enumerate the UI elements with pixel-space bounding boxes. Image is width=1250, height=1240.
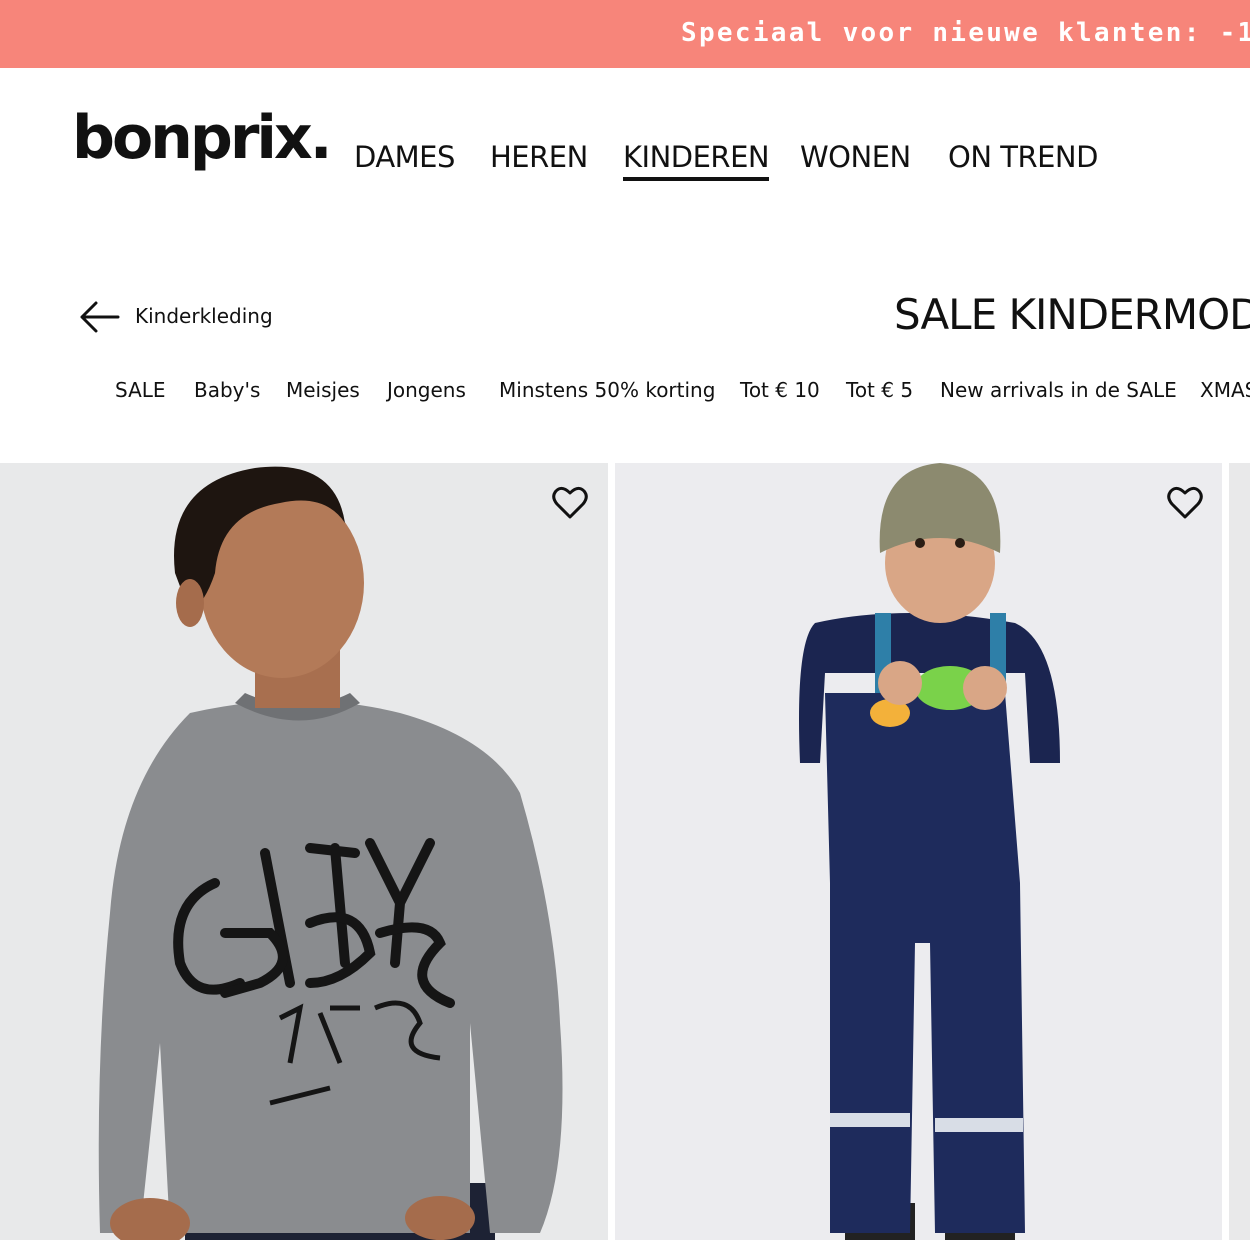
- product-card[interactable]: [615, 463, 1222, 1240]
- subnav-item-meisjes[interactable]: Meisjes: [286, 378, 360, 402]
- product-card[interactable]: [1229, 463, 1250, 1240]
- subnav-item-babys[interactable]: Baby's: [194, 378, 260, 402]
- product-card[interactable]: [0, 463, 608, 1240]
- product-image[interactable]: [0, 463, 608, 1240]
- arrow-left-icon: [80, 301, 120, 333]
- subnav-item-jongens[interactable]: Jongens: [387, 378, 466, 402]
- bonprix-logo[interactable]: bonprix.: [72, 108, 332, 168]
- category-subnav: SALE Baby's Meisjes Jongens Minstens 50%…: [0, 378, 1250, 408]
- nav-item-kinderen[interactable]: KINDEREN: [623, 140, 770, 181]
- page-title: SALE KINDERMODE: [894, 290, 1250, 339]
- back-link-label: Kinderkleding: [135, 304, 273, 328]
- subnav-item-new-arrivals[interactable]: New arrivals in de SALE: [940, 378, 1177, 402]
- subnav-item-sale[interactable]: SALE: [115, 378, 166, 402]
- nav-item-heren[interactable]: HEREN: [490, 140, 588, 174]
- subnav-item-tot-10[interactable]: Tot € 10: [740, 378, 820, 402]
- product-image[interactable]: [615, 463, 1222, 1240]
- subnav-item-tot-5[interactable]: Tot € 5: [846, 378, 913, 402]
- heart-outline-icon[interactable]: [1165, 483, 1205, 523]
- heart-outline-icon[interactable]: [550, 483, 590, 523]
- nav-item-dames[interactable]: DAMES: [354, 140, 455, 174]
- nav-item-on-trend[interactable]: ON TREND: [948, 140, 1098, 174]
- subnav-item-xmas[interactable]: XMAS: [1200, 378, 1250, 402]
- promo-text[interactable]: Speciaal voor nieuwe klanten: -10% & gr: [681, 18, 1250, 48]
- nav-item-wonen[interactable]: WONEN: [800, 140, 911, 174]
- promo-banner[interactable]: Speciaal voor nieuwe klanten: -10% & gr: [0, 0, 1250, 68]
- subnav-item-min-50[interactable]: Minstens 50% korting: [499, 378, 715, 402]
